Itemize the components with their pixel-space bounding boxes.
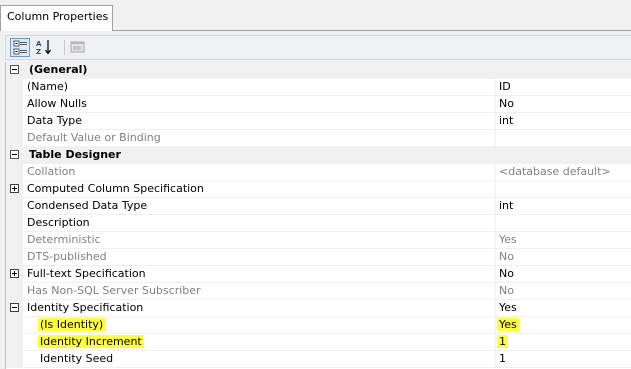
property-value[interactable]: No [496, 283, 631, 300]
property-row-is-identity[interactable]: (Is Identity) Yes [6, 317, 631, 334]
property-value[interactable]: 1 [496, 351, 631, 368]
collapse-icon[interactable] [10, 150, 19, 159]
property-row-allow-nulls[interactable]: Allow Nulls No [6, 96, 631, 113]
highlighted-value: 1 [497, 335, 508, 348]
highlighted-label: (Is Identity) [38, 318, 106, 331]
property-name: Identity Seed [23, 351, 495, 368]
property-row-description[interactable]: Description [6, 215, 631, 232]
property-name: Allow Nulls [23, 96, 495, 113]
row-gutter [6, 96, 23, 113]
category-label: Table Designer [29, 148, 121, 161]
row-gutter [6, 317, 23, 334]
row-gutter [6, 198, 23, 215]
property-name: Data Type [23, 113, 495, 130]
property-name: Full-text Specification [23, 266, 495, 283]
svg-text:Z: Z [36, 48, 41, 55]
property-value[interactable]: No [496, 266, 631, 283]
row-gutter [6, 249, 23, 266]
toolbar-separator [64, 40, 65, 55]
property-row-data-type[interactable]: Data Type int [6, 113, 631, 130]
property-value[interactable] [496, 130, 631, 147]
property-name: (Is Identity) [23, 317, 495, 334]
property-row-deterministic[interactable]: Deterministic Yes [6, 232, 631, 249]
property-name: Computed Column Specification [23, 181, 495, 198]
expand-icon[interactable] [10, 184, 19, 193]
property-value[interactable]: <database default> [496, 164, 631, 181]
property-name: DTS-published [23, 249, 495, 266]
highlighted-label: Identity Increment [38, 335, 144, 348]
row-gutter [6, 334, 23, 351]
category-table-designer[interactable]: Table Designer [6, 147, 631, 164]
property-row-condensed-type[interactable]: Condensed Data Type int [6, 198, 631, 215]
property-row-name[interactable]: (Name) ID [6, 79, 631, 96]
property-pages-icon [70, 41, 85, 53]
row-gutter [6, 164, 23, 181]
property-row-default-value[interactable]: Default Value or Binding [6, 130, 631, 147]
property-value[interactable]: Yes [496, 300, 631, 317]
property-name: Deterministic [23, 232, 495, 249]
property-name: Default Value or Binding [23, 130, 495, 147]
property-name: Description [23, 215, 495, 232]
highlighted-value: Yes [497, 318, 519, 331]
categorized-icon [13, 40, 27, 55]
svg-text:A: A [36, 40, 42, 48]
row-gutter [6, 79, 23, 96]
property-value[interactable]: No [496, 249, 631, 266]
categorized-button[interactable] [10, 38, 30, 57]
property-name: Has Non-SQL Server Subscriber [23, 283, 495, 300]
property-value[interactable] [496, 181, 631, 198]
row-gutter [6, 232, 23, 249]
property-toolbar: A Z [5, 35, 631, 60]
property-row-identity-seed[interactable]: Identity Seed 1 [6, 351, 631, 368]
property-row-collation[interactable]: Collation <database default> [6, 164, 631, 181]
property-value[interactable]: 1 [496, 334, 631, 351]
property-value[interactable]: Yes [496, 232, 631, 249]
tab-column-properties[interactable]: Column Properties [0, 5, 113, 31]
property-row-identity-spec[interactable]: Identity Specification Yes [6, 300, 631, 317]
collapse-icon[interactable] [10, 303, 19, 312]
property-value[interactable]: int [496, 198, 631, 215]
row-gutter [6, 351, 23, 368]
property-value[interactable] [496, 215, 631, 232]
sort-az-icon: A Z [36, 40, 51, 55]
row-gutter [6, 215, 23, 232]
alphabetical-button[interactable]: A Z [34, 38, 54, 57]
expand-icon[interactable] [10, 269, 19, 278]
property-name: Identity Increment [23, 334, 495, 351]
row-gutter [6, 283, 23, 300]
property-row-dts-published[interactable]: DTS-published No [6, 249, 631, 266]
collapse-icon[interactable] [10, 65, 19, 74]
property-value[interactable]: int [496, 113, 631, 130]
category-label: (General) [29, 63, 88, 76]
property-value[interactable]: No [496, 96, 631, 113]
property-row-non-sql-subscriber[interactable]: Has Non-SQL Server Subscriber No [6, 283, 631, 300]
property-value[interactable]: ID [496, 79, 631, 96]
property-pages-button[interactable] [68, 38, 88, 57]
property-row-fulltext[interactable]: Full-text Specification No [6, 266, 631, 283]
property-grid: (General) (Name) ID Allow Nulls No Data … [5, 62, 631, 369]
tab-strip: Column Properties [0, 0, 631, 31]
property-row-computed-column[interactable]: Computed Column Specification [6, 181, 631, 198]
property-name: Condensed Data Type [23, 198, 495, 215]
property-name: Collation [23, 164, 495, 181]
row-gutter [6, 130, 23, 147]
property-row-identity-increment[interactable]: Identity Increment 1 [6, 334, 631, 351]
row-gutter [6, 113, 23, 130]
property-name: (Name) [23, 79, 495, 96]
category-general[interactable]: (General) [6, 62, 631, 79]
property-value[interactable]: Yes [496, 317, 631, 334]
property-name: Identity Specification [23, 300, 495, 317]
